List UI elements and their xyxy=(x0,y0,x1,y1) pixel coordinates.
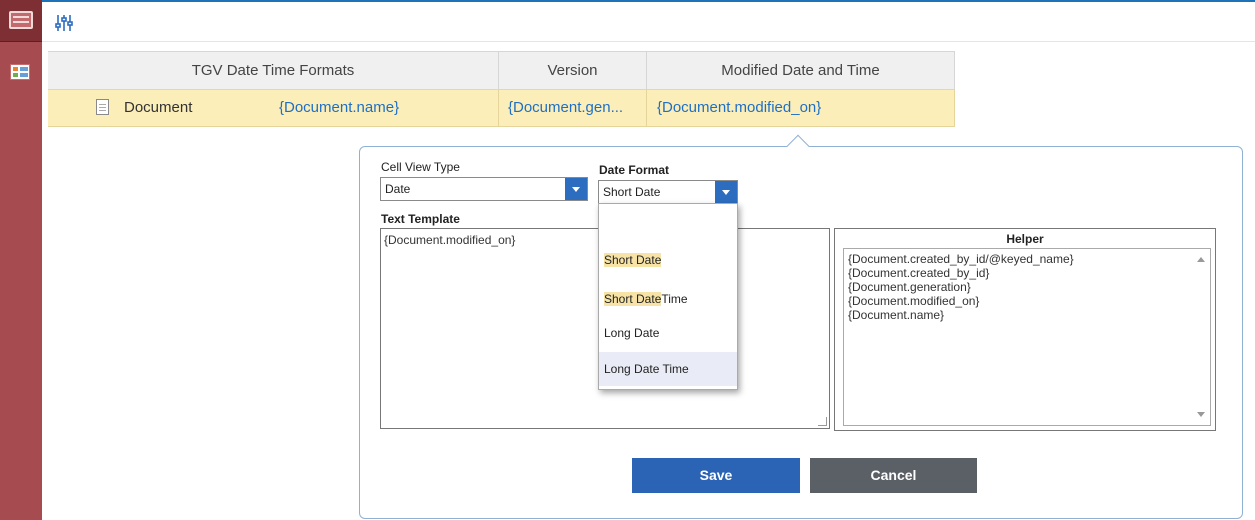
document-icon xyxy=(96,99,109,115)
date-format-value: Short Date xyxy=(603,185,661,199)
cell-view-type-value: Date xyxy=(385,182,411,196)
list-item[interactable]: {Document.name} xyxy=(848,308,1206,322)
list-item[interactable]: {Document.modified_on} xyxy=(848,294,1206,308)
scroll-up-icon[interactable] xyxy=(1197,257,1205,262)
column-header-label: TGV Date Time Formats xyxy=(191,62,355,79)
list-item[interactable]: {Document.generation} xyxy=(848,280,1206,294)
cell-view-type-select[interactable]: Date xyxy=(380,177,588,201)
row-name-value: {Document.name} xyxy=(279,99,400,116)
cancel-button[interactable]: Cancel xyxy=(810,458,977,493)
resize-grip-icon[interactable] xyxy=(818,417,827,426)
chevron-down-icon[interactable] xyxy=(715,181,737,203)
helper-list[interactable]: {Document.created_by_id/@keyed_name} {Do… xyxy=(843,248,1211,426)
helper-title: Helper xyxy=(1006,232,1044,246)
dropdown-option-short-date-time[interactable]: Short DateTime xyxy=(599,282,737,316)
date-format-select[interactable]: Short Date xyxy=(598,180,738,204)
gutter-header[interactable] xyxy=(0,0,42,42)
option-rest: Long Date Time xyxy=(604,362,689,376)
date-format-dropdown: Short Date Short DateTime Long Date Long… xyxy=(598,203,738,390)
row-version-value: {Document.gen... xyxy=(508,99,624,116)
dropdown-option-empty[interactable] xyxy=(599,209,737,243)
table-row-cell-name[interactable]: Document {Document.name} xyxy=(48,90,499,127)
column-header-label: Version xyxy=(547,62,598,79)
option-rest: Long Date xyxy=(604,326,660,340)
option-rest: Time xyxy=(661,292,688,306)
cell-view-type-label: Cell View Type xyxy=(381,160,460,174)
scroll-down-icon[interactable] xyxy=(1197,412,1205,417)
option-match: Short Date xyxy=(604,253,662,267)
column-header-label: Modified Date and Time xyxy=(721,62,880,79)
panel-toggle-icon[interactable] xyxy=(9,11,33,29)
row-type-label: Document xyxy=(124,99,193,116)
row-modified-value: {Document.modified_on} xyxy=(657,99,822,116)
chevron-down-icon[interactable] xyxy=(565,178,587,200)
dropdown-option-short-date[interactable]: Short Date xyxy=(599,243,737,277)
date-format-label: Date Format xyxy=(599,163,670,177)
toolbar xyxy=(42,0,1255,42)
helper-panel: Helper {Document.created_by_id/@keyed_na… xyxy=(834,228,1216,431)
sliders-settings-icon[interactable] xyxy=(55,15,73,31)
list-item[interactable]: {Document.created_by_id/@keyed_name} xyxy=(848,252,1206,266)
column-header-version[interactable]: Version xyxy=(499,51,647,90)
column-header-modified[interactable]: Modified Date and Time xyxy=(647,51,955,90)
save-button[interactable]: Save xyxy=(632,458,800,493)
dropdown-option-long-date-time[interactable]: Long Date Time xyxy=(599,352,737,386)
text-template-label: Text Template xyxy=(381,212,460,226)
table-row-cell-version[interactable]: {Document.gen... xyxy=(499,90,647,127)
table-row-cell-modified[interactable]: {Document.modified_on} xyxy=(647,90,955,127)
list-item[interactable]: {Document.created_by_id} xyxy=(848,266,1206,280)
dropdown-option-long-date[interactable]: Long Date xyxy=(599,316,737,350)
text-template-value: {Document.modified_on} xyxy=(384,233,516,247)
option-match: Short Date xyxy=(604,292,662,306)
left-gutter xyxy=(0,0,42,520)
column-header-formats[interactable]: TGV Date Time Formats xyxy=(48,51,499,90)
grid-view-icon[interactable] xyxy=(10,64,30,80)
